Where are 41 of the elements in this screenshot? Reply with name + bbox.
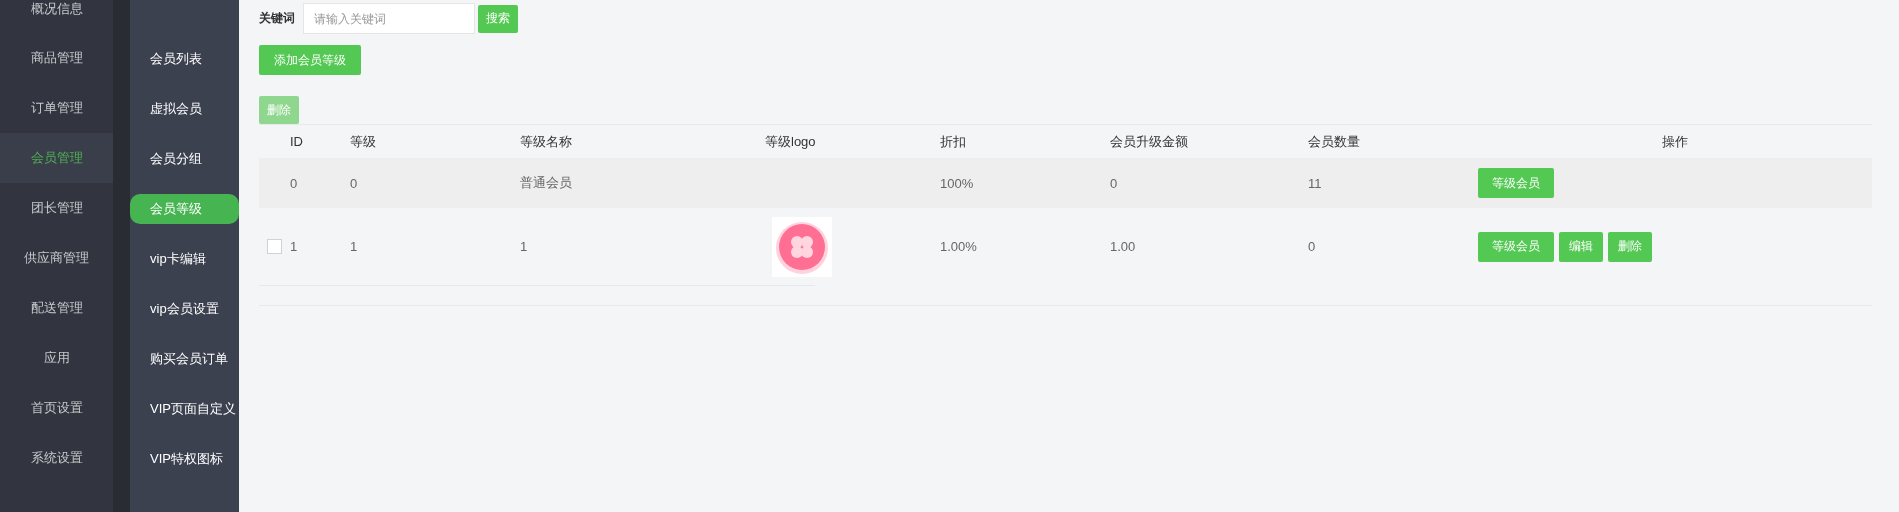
subnav-item[interactable]: vip卡编辑 xyxy=(130,244,239,274)
table-cell-text: 0 xyxy=(1110,175,1119,191)
column-header: 会员数量 xyxy=(1308,132,1361,151)
column-header: ID xyxy=(290,134,304,149)
nav-item[interactable]: 系统设置 xyxy=(0,433,113,483)
table-cell-text: 0 xyxy=(350,175,359,191)
row-checkbox[interactable] xyxy=(267,239,282,254)
table-cell-text: 1.00% xyxy=(940,239,978,254)
nav-item[interactable]: 首页设置 xyxy=(0,383,113,433)
subnav-item[interactable]: 会员分组 xyxy=(130,144,239,174)
column-header: 等级 xyxy=(350,132,377,151)
table-cell-text: 100% xyxy=(940,175,975,191)
search-field[interactable]: 请输入关键词 xyxy=(303,3,475,34)
nav-item[interactable]: 供应商管理 xyxy=(0,233,113,283)
table-cell-text: 1 xyxy=(290,239,299,254)
keyword-label: 关键词 xyxy=(259,10,295,27)
subnav-item[interactable]: vip会员设置 xyxy=(130,294,239,324)
nav-item[interactable]: 会员管理 xyxy=(0,133,113,183)
nav-item[interactable]: 订单管理 xyxy=(0,83,113,133)
table-cell-text: 1.00 xyxy=(1110,239,1137,254)
nav-item[interactable]: 应用 xyxy=(0,333,113,383)
table-cell-text: 0 xyxy=(1308,239,1317,254)
column-header: 等级名称 xyxy=(520,132,573,151)
nav-item[interactable]: 商品管理 xyxy=(0,33,113,83)
table-cell-text: 1 xyxy=(350,239,359,254)
table-cell-text: 0 xyxy=(290,175,299,191)
subnav-item[interactable]: 会员列表 xyxy=(130,44,239,74)
column-header: 操作 xyxy=(1662,132,1688,151)
subnav-item[interactable]: VIP页面自定义 xyxy=(130,394,239,424)
table-cell-text: 1 xyxy=(520,239,529,254)
subnav-item[interactable]: 虚拟会员 xyxy=(130,94,239,124)
subnav-item[interactable]: VIP特权图标 xyxy=(130,444,239,474)
column-header: 折扣 xyxy=(940,132,967,151)
nav-item[interactable]: 概况信息 xyxy=(0,0,113,33)
subnav-item[interactable]: 购买会员订单 xyxy=(130,344,239,374)
nav-item[interactable]: 团长管理 xyxy=(0,183,113,233)
nav-item[interactable]: 配送管理 xyxy=(0,283,113,333)
table-cell-text: 普通会员 xyxy=(520,174,573,192)
table-cell-text: 11 xyxy=(1308,175,1323,191)
column-header: 会员升级金额 xyxy=(1110,132,1189,151)
column-header: 等级logo xyxy=(765,132,817,151)
